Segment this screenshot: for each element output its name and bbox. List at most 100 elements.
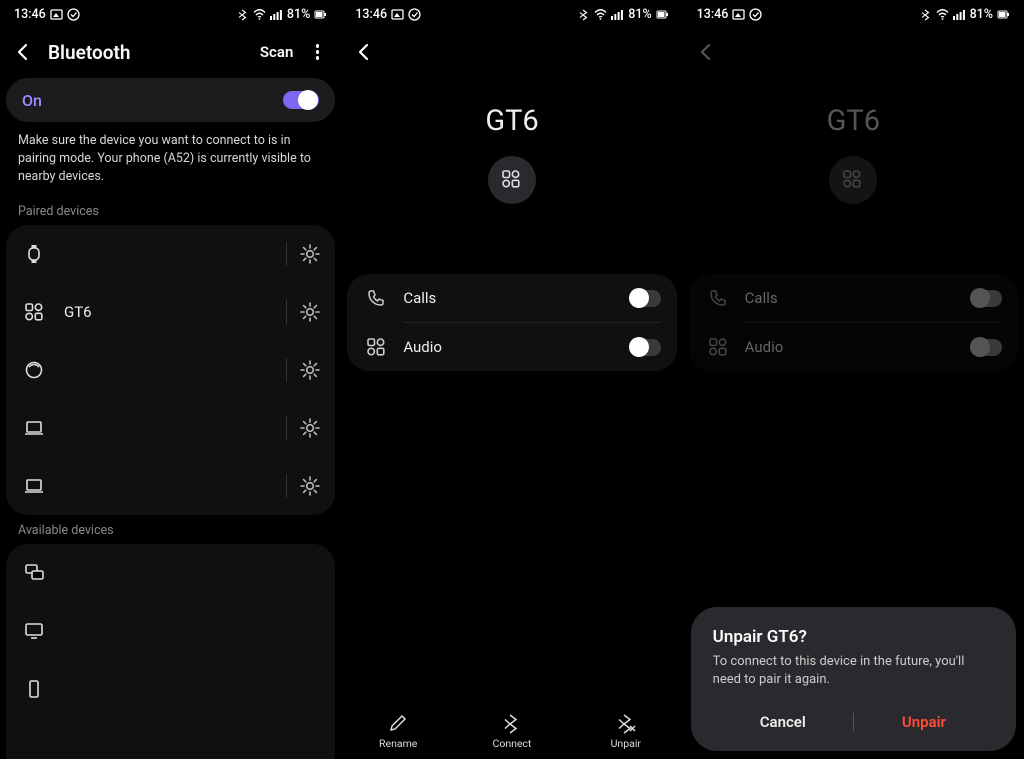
page-title: Bluetooth (48, 41, 130, 64)
feature-label: Audio (745, 338, 784, 356)
scan-button[interactable]: Scan (260, 43, 293, 61)
check-icon (408, 8, 421, 21)
available-device-row[interactable] (6, 660, 335, 718)
available-devices-card (6, 544, 335, 759)
signal-icon (270, 8, 283, 21)
bluetooth-toggle[interactable] (283, 91, 319, 109)
calls-row: Calls (689, 274, 1018, 322)
phone-icon (363, 287, 389, 309)
paired-devices-card: GT6 (6, 225, 335, 515)
bluetooth-icon (578, 8, 590, 21)
available-device-row[interactable] (6, 544, 335, 602)
dialog-text: To connect to this device in the future,… (713, 653, 994, 689)
phone-icon (705, 287, 731, 309)
img-icon (50, 8, 63, 21)
widget-icon (841, 168, 865, 192)
screen-unpair-dialog: 13:46 81% GT6 Calls Audio (683, 0, 1024, 759)
img-icon (732, 8, 745, 21)
feature-card: Calls Audio (689, 274, 1018, 371)
paired-device-row[interactable] (6, 399, 335, 457)
gear-icon[interactable] (299, 301, 321, 323)
device-icon-badge (488, 156, 536, 204)
cancel-button[interactable]: Cancel (713, 703, 853, 741)
bluetooth-master-toggle-row[interactable]: On (6, 78, 335, 122)
audio-row[interactable]: Audio (347, 323, 676, 371)
laptop-icon (20, 475, 48, 497)
audio-toggle (970, 339, 1002, 356)
watch-icon (20, 243, 48, 265)
paired-device-row[interactable] (6, 341, 335, 399)
laptop-icon (20, 417, 48, 439)
rename-button[interactable]: Rename (341, 703, 455, 759)
paired-devices-label: Paired devices (0, 196, 341, 225)
widget-icon (705, 336, 731, 358)
audio-toggle[interactable] (629, 339, 661, 356)
unpair-dialog: Unpair GT6? To connect to this device in… (691, 607, 1016, 751)
device-name-title: GT6 (341, 104, 682, 138)
bluetooth-icon (920, 8, 932, 21)
screen-bluetooth-list: 13:46 81% Bluetooth Scan On Make sure th… (0, 0, 341, 759)
feature-label: Audio (403, 338, 442, 356)
back-button[interactable] (12, 41, 34, 63)
unpair-button[interactable]: Unpair (569, 703, 683, 759)
confirm-unpair-button[interactable]: Unpair (854, 703, 994, 741)
screen-device-detail: 13:46 81% GT6 Calls Audio (341, 0, 682, 759)
on-label: On (22, 91, 42, 110)
overflow-menu-button[interactable] (305, 40, 329, 64)
status-bar: 13:46 81% (341, 0, 682, 28)
status-time: 13:46 (14, 7, 46, 22)
status-bar: 13:46 81% (683, 0, 1024, 28)
calls-row[interactable]: Calls (347, 274, 676, 322)
back-button[interactable] (695, 41, 717, 63)
device-name-title: GT6 (683, 104, 1024, 138)
signal-icon (953, 8, 966, 21)
audio-row: Audio (689, 323, 1018, 371)
gear-icon[interactable] (299, 243, 321, 265)
wifi-icon (936, 8, 949, 21)
header: Bluetooth Scan (0, 28, 341, 76)
header (341, 28, 682, 76)
battery-icon (656, 8, 669, 21)
feature-card: Calls Audio (347, 274, 676, 371)
pen-icon (387, 712, 409, 734)
battery-icon (997, 8, 1010, 21)
widget-icon (500, 168, 524, 192)
back-button[interactable] (353, 41, 375, 63)
available-device-row[interactable] (6, 602, 335, 660)
connect-button[interactable]: Connect (455, 703, 569, 759)
status-time: 13:46 (697, 7, 729, 22)
bluetooth-icon (237, 8, 249, 21)
paired-device-row[interactable] (6, 225, 335, 283)
battery-icon (314, 8, 327, 21)
gear-icon[interactable] (299, 359, 321, 381)
paired-device-row[interactable]: GT6 (6, 283, 335, 341)
wifi-icon (594, 8, 607, 21)
widget-icon (20, 301, 48, 323)
dialog-title: Unpair GT6? (713, 627, 994, 647)
tv-icon (20, 620, 48, 642)
status-time: 13:46 (355, 7, 387, 22)
mirror-icon (20, 562, 48, 584)
img-icon (391, 8, 404, 21)
check-icon (749, 8, 762, 21)
battery-pct: 81% (287, 7, 310, 22)
globe-icon (20, 359, 48, 381)
paired-device-row[interactable] (6, 457, 335, 515)
check-icon (67, 8, 80, 21)
bluetooth-icon (501, 712, 523, 734)
gear-icon[interactable] (299, 475, 321, 497)
feature-label: Calls (745, 289, 778, 307)
feature-label: Calls (403, 289, 436, 307)
signal-icon (611, 8, 624, 21)
battery-pct: 81% (970, 7, 993, 22)
status-bar: 13:46 81% (0, 0, 341, 28)
bottom-action-bar: Rename Connect Unpair (341, 703, 682, 759)
phone-icon (20, 678, 48, 700)
device-icon-badge (829, 156, 877, 204)
calls-toggle[interactable] (629, 290, 661, 307)
gear-icon[interactable] (299, 417, 321, 439)
unpair-icon (615, 712, 637, 734)
header (683, 28, 1024, 76)
pairing-info-text: Make sure the device you want to connect… (0, 132, 341, 196)
widget-icon (363, 336, 389, 358)
